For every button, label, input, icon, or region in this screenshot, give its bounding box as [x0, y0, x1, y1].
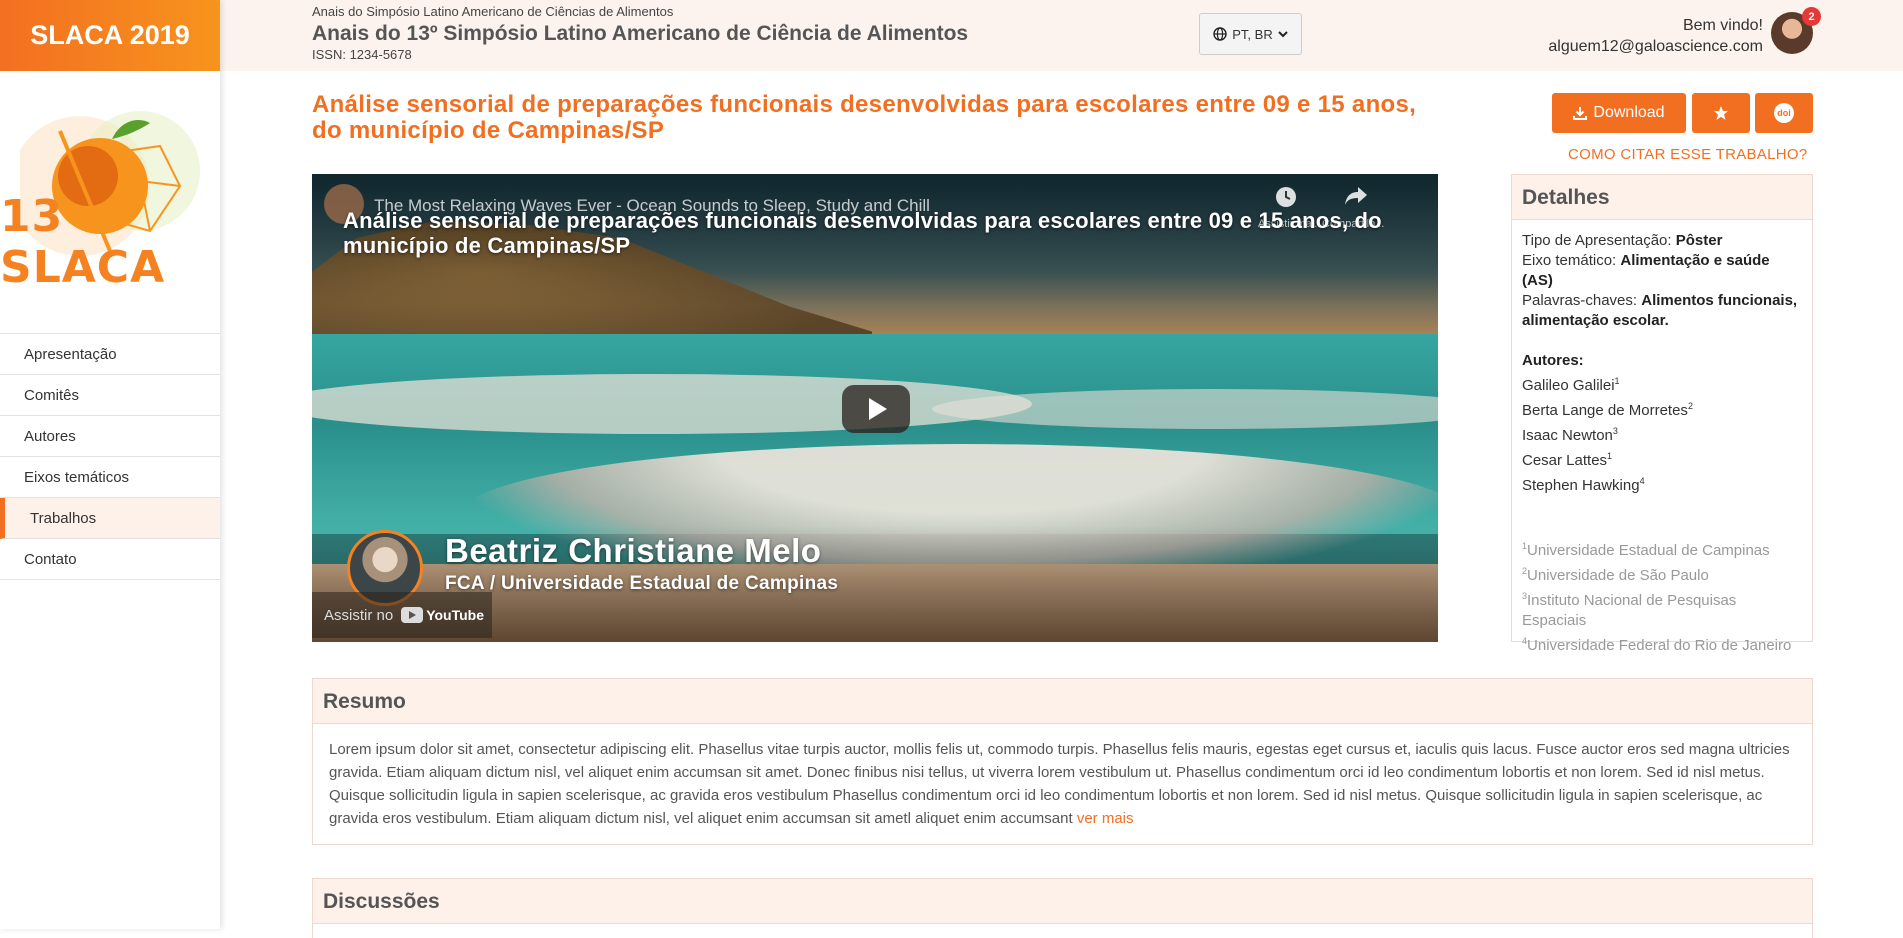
brand-title[interactable]: SLACA 2019: [0, 0, 220, 71]
abstract-text: Lorem ipsum dolor sit amet, consectetur …: [329, 741, 1790, 827]
author-item[interactable]: Isaac Newton3: [1522, 421, 1802, 446]
cite-link[interactable]: COMO CITAR ESSE TRABALHO?: [1568, 146, 1808, 163]
details-heading: Detalhes: [1512, 175, 1812, 220]
sidebar-item-apresentacao[interactable]: Apresentação: [0, 334, 220, 375]
play-button[interactable]: [842, 385, 910, 433]
download-icon: [1573, 107, 1588, 120]
authors-heading: Autores:: [1522, 352, 1584, 369]
youtube-logo-icon: YouTube: [401, 607, 484, 623]
sidebar-item-eixos-tematicos[interactable]: Eixos temáticos: [0, 457, 220, 498]
speaker-name: Beatriz Christiane Melo: [445, 532, 822, 569]
type-label: Tipo de Apresentação:: [1522, 232, 1672, 249]
video-player[interactable]: The Most Relaxing Waves Ever - Ocean Sou…: [312, 174, 1438, 642]
video-overlay-title: Análise sensorial de preparações funcion…: [343, 208, 1382, 258]
watch-on-youtube-button[interactable]: Assistir no YouTube: [312, 592, 492, 638]
play-icon: [869, 398, 887, 420]
abstract-body: Lorem ipsum dolor sit amet, consectetur …: [313, 724, 1812, 844]
sidebar-nav: Apresentação Comitês Autores Eixos temát…: [0, 333, 220, 580]
affiliations-list: 1Universidade Estadual de Campinas 2Univ…: [1522, 536, 1802, 656]
doi-icon: doi: [1774, 103, 1794, 123]
discussions-heading: Discussões: [313, 879, 1812, 924]
paper-title: Análise sensorial de preparações funcion…: [312, 91, 1417, 144]
doi-button[interactable]: doi: [1755, 93, 1813, 133]
user-email[interactable]: alguem12@galoascience.com: [1548, 36, 1763, 57]
globe-icon: [1213, 27, 1227, 41]
affiliation-item: 4Universidade Federal do Rio de Janeiro: [1522, 636, 1792, 654]
details-panel: Detalhes Tipo de Apresentação: Pôster Ei…: [1511, 174, 1813, 654]
youtube-brand: YouTube: [426, 607, 484, 623]
favorite-button[interactable]: [1692, 93, 1750, 133]
star-icon: [1714, 106, 1728, 120]
affiliation-item: 3Instituto Nacional de Pesquisas Espacia…: [1522, 591, 1737, 629]
watch-on-label: Assistir no: [324, 606, 394, 624]
event-logo: 13 SLACA: [0, 71, 220, 301]
download-label: Download: [1593, 104, 1665, 121]
user-greeting: Bem vindo! alguem12@galoascience.com: [1548, 15, 1763, 57]
top-header: Anais do Simpósio Latino Americano de Ci…: [220, 0, 1903, 71]
sidebar-item-comites[interactable]: Comitês: [0, 375, 220, 416]
thematic-axis: Eixo temático: Alimentação e saúde (AS): [1522, 251, 1802, 291]
chevron-down-icon: [1278, 31, 1288, 38]
author-item[interactable]: Galileo Galilei1: [1522, 371, 1802, 396]
proceedings-subtitle: Anais do Simpósio Latino Americano de Ci…: [312, 4, 674, 19]
abstract-panel: Resumo Lorem ipsum dolor sit amet, conse…: [312, 678, 1813, 845]
author-item[interactable]: Berta Lange de Morretes2: [1522, 396, 1802, 421]
proceedings-title: Anais do 13º Simpósio Latino Americano d…: [312, 22, 969, 45]
type-value: Pôster: [1675, 232, 1723, 249]
logo-text: 13 SLACA: [0, 191, 166, 293]
notification-badge[interactable]: 2: [1802, 7, 1821, 26]
sidebar-item-trabalhos[interactable]: Trabalhos: [0, 498, 220, 539]
author-item[interactable]: Cesar Lattes1: [1522, 446, 1802, 471]
sidebar: SLACA 2019 13 SLACA Apresentação Comitês…: [0, 0, 220, 929]
keywords-label: Palavras-chaves:: [1522, 292, 1638, 309]
sidebar-item-contato[interactable]: Contato: [0, 539, 220, 580]
issn: ISSN: 1234-5678: [312, 47, 412, 62]
download-button[interactable]: Download: [1552, 93, 1686, 133]
speaker-affiliation: FCA / Universidade Estadual de Campinas: [445, 573, 839, 594]
sidebar-item-autores[interactable]: Autores: [0, 416, 220, 457]
language-label: PT, BR: [1232, 26, 1273, 42]
discussions-panel: Discussões: [312, 878, 1813, 938]
author-item[interactable]: Stephen Hawking4: [1522, 471, 1802, 496]
affiliation-item: 2Universidade de São Paulo: [1522, 566, 1709, 584]
keywords: Palavras-chaves: Alimentos funcionais, a…: [1522, 291, 1802, 331]
welcome-text: Bem vindo!: [1682, 17, 1763, 34]
abstract-heading: Resumo: [313, 679, 1812, 724]
presentation-type: Tipo de Apresentação: Pôster: [1522, 231, 1802, 251]
axis-label: Eixo temático:: [1522, 252, 1617, 269]
affiliation-item: 1Universidade Estadual de Campinas: [1522, 541, 1770, 559]
language-selector[interactable]: PT, BR: [1199, 13, 1302, 55]
read-more-link[interactable]: ver mais: [1077, 810, 1134, 827]
